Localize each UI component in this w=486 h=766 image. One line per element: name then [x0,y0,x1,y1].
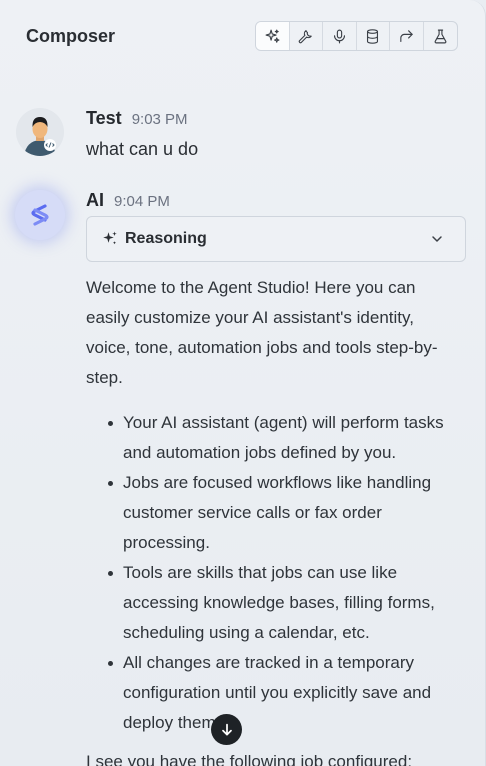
list-item: Jobs are focused workflows like handling… [104,468,456,558]
user-message-text: what can u do [86,139,199,159]
ai-message-header: AI 9:04 PM [86,190,170,211]
message-author: AI [86,190,104,210]
microphone-tool-button[interactable] [323,22,357,50]
wrench-tool-button[interactable] [290,22,323,50]
developer-avatar-icon [16,108,64,156]
ai-response-list: Your AI assistant (agent) will perform t… [104,408,456,738]
ai-response-intro: Welcome to the Agent Studio! Here you ca… [86,278,438,387]
user-avatar [16,108,64,156]
flask-tool-button[interactable] [424,22,458,50]
composer-panel: Composer Test 9:03 PM what can u do AI 9… [0,0,486,766]
ai-logo-icon [31,204,49,226]
ai-response-continued: I see you have the following job configu… [86,752,413,766]
redirect-tool-button[interactable] [390,22,424,50]
database-tool-button[interactable] [357,22,390,50]
flask-icon [434,29,447,43]
page-title: Composer [26,26,116,46]
list-item: Tools are skills that jobs can use like … [104,558,456,648]
chevron-down-icon [432,236,442,242]
microphone-icon [333,29,345,43]
message-timestamp: 9:04 PM [114,193,170,210]
composer-header: Composer [0,0,485,72]
message-author: Test [86,108,122,128]
sparkles-icon [103,231,117,245]
list-item: All changes are tracked in a temporary c… [104,648,456,738]
sparkles-icon [265,29,280,43]
reasoning-label: Reasoning [125,230,207,247]
composer-toolbar [255,21,458,51]
arrow-down-icon [221,723,232,736]
user-message-header: Test 9:03 PM [86,108,188,129]
message-timestamp: 9:03 PM [131,111,188,128]
scroll-to-bottom-button[interactable] [211,714,242,745]
redirect-arrow-icon [400,29,413,42]
reasoning-toggle[interactable]: Reasoning [86,216,466,262]
database-icon [367,28,379,44]
list-item: Your AI assistant (agent) will perform t… [104,408,456,468]
sparkles-tool-button[interactable] [256,22,290,50]
wrench-icon [298,29,312,43]
ai-avatar [15,190,65,240]
